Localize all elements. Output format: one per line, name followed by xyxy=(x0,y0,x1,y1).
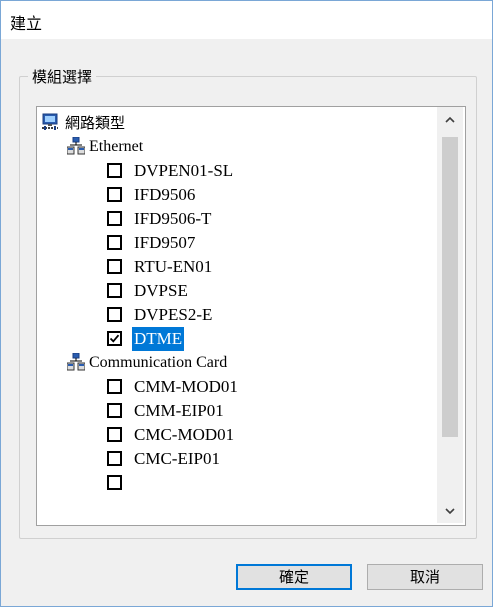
tree-item-label: DVPES2-E xyxy=(134,305,213,324)
checkbox[interactable] xyxy=(107,211,122,226)
checkbox[interactable] xyxy=(107,235,122,250)
scroll-up-button[interactable] xyxy=(437,107,463,131)
cancel-button[interactable]: 取消 xyxy=(367,564,483,590)
tree-item-label: CMM-EIP01 xyxy=(134,401,224,420)
ok-button[interactable]: 確定 xyxy=(236,564,352,590)
checkbox-checked[interactable] xyxy=(107,331,122,346)
checkbox[interactable] xyxy=(107,163,122,178)
tree-category-label: Communication Card xyxy=(89,354,228,371)
tree-item-label: CMC-EIP01 xyxy=(134,449,220,468)
tree-item-label: DVPEN01-SL xyxy=(134,161,234,180)
network-group-icon xyxy=(66,136,86,155)
checkbox[interactable] xyxy=(107,403,122,418)
tree-scrollbar[interactable] xyxy=(437,107,463,523)
scroll-thumb[interactable] xyxy=(442,137,458,437)
chevron-down-icon xyxy=(445,508,455,515)
checkmark-icon xyxy=(109,334,120,343)
checkbox[interactable] xyxy=(107,475,122,490)
module-tree[interactable]: 網路類型 Ethernet DVPEN01-SL IFD9506 IFD9506-T IF… xyxy=(36,106,466,526)
title-bar[interactable]: 建立 xyxy=(1,1,492,39)
group-legend: 模組選擇 xyxy=(28,66,97,87)
checkbox[interactable] xyxy=(107,259,122,274)
network-group-icon xyxy=(66,352,86,371)
tree-item-label: CMM-MOD01 xyxy=(134,377,238,396)
tree-item-label: RTU-EN01 xyxy=(134,257,213,276)
window-title: 建立 xyxy=(10,14,43,33)
checkbox[interactable] xyxy=(107,451,122,466)
tree-item-label: IFD9506 xyxy=(134,185,196,204)
tree-item-label: IFD9507 xyxy=(134,233,196,252)
tree-root-label: 網路類型 xyxy=(65,114,126,132)
tree-item-label: IFD9506-T xyxy=(134,209,212,228)
checkbox[interactable] xyxy=(107,187,122,202)
network-computer-icon xyxy=(41,113,59,131)
tree-item-label: CMC-MOD01 xyxy=(134,425,235,444)
chevron-up-icon xyxy=(445,116,455,123)
checkbox[interactable] xyxy=(107,283,122,298)
checkbox[interactable] xyxy=(107,379,122,394)
tree-category-label: Ethernet xyxy=(89,138,144,155)
tree-item-label: DTME xyxy=(132,327,185,351)
scroll-down-button[interactable] xyxy=(437,499,463,523)
tree-item-label: DVPSE xyxy=(134,281,188,300)
checkbox[interactable] xyxy=(107,427,122,442)
checkbox[interactable] xyxy=(107,307,122,322)
